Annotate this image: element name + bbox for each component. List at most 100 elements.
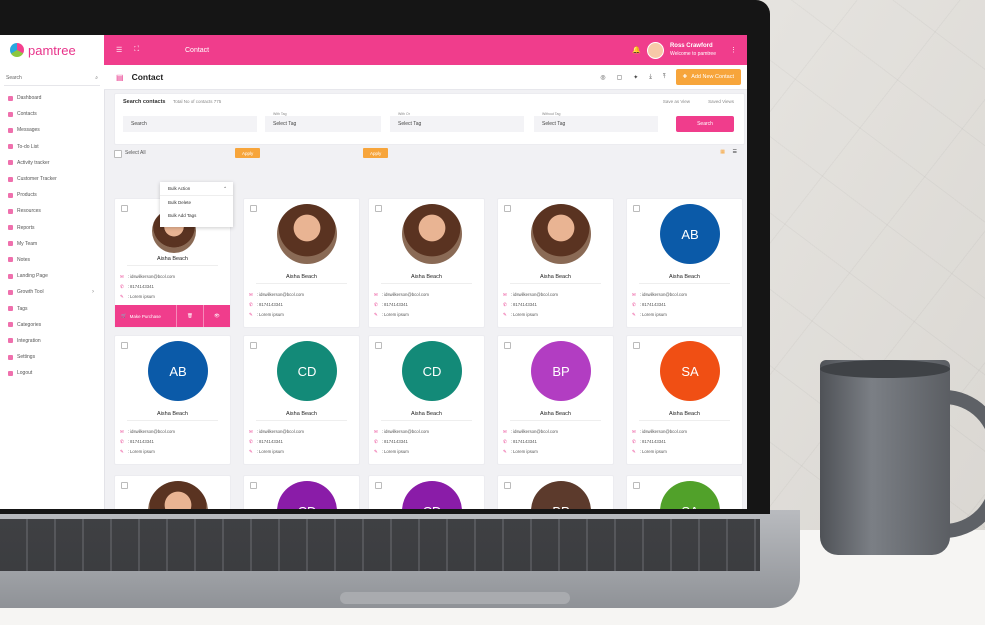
download-icon[interactable]: ⤓	[649, 74, 652, 81]
contact-phone: : 8174143341	[381, 439, 408, 444]
contact-card[interactable]: AB Aisha Beach ✉: idswilkerson@bcol.com ✆: …	[114, 335, 231, 465]
tag-icon: ✎	[249, 449, 253, 454]
apply-button-2[interactable]: Apply	[363, 148, 389, 158]
add-new-contact-button[interactable]: ✚ Add New Contact	[675, 69, 741, 85]
sidebar-item[interactable]: Messages	[0, 122, 104, 138]
sidebar-item[interactable]: Tags	[0, 300, 104, 316]
logo[interactable]: pamtree	[0, 35, 104, 65]
magic-icon[interactable]: ✦	[633, 74, 638, 81]
sidebar-item[interactable]: Settings	[0, 349, 104, 365]
contact-card[interactable]: SA	[626, 475, 743, 509]
list-view-icon[interactable]: ☰	[733, 149, 737, 155]
card-checkbox[interactable]	[504, 482, 511, 489]
contact-card[interactable]: Aisha Beach ✉: idswilkerson@bcol.com ✆: 81…	[243, 198, 360, 328]
tag-icon: ✎	[632, 312, 636, 317]
menu-toggle-icon[interactable]: ☰	[116, 46, 122, 54]
sidebar-item[interactable]: My Team	[0, 236, 104, 252]
delete-button[interactable]: 🗑	[177, 305, 204, 327]
contact-card[interactable]: CD Aisha Beach ✉: idswilkerson@bcol.com ✆: …	[243, 335, 360, 465]
logo-icon	[10, 43, 24, 57]
contact-card[interactable]: AB Aisha Beach ✉: idswilkerson@bcol.com ✆: …	[626, 198, 743, 328]
select-all-checkbox[interactable]	[114, 150, 122, 158]
make-purchase-button[interactable]: 🛒 Make Purchase	[115, 305, 177, 327]
contact-card[interactable]: CD	[243, 475, 360, 509]
card-checkbox[interactable]	[121, 342, 128, 349]
contact-card[interactable]: CD Aisha Beach ✉: idswilkerson@bcol.com ✆: …	[368, 335, 485, 465]
card-checkbox[interactable]	[250, 342, 257, 349]
sidebar-search[interactable]: Search ⌕	[4, 75, 100, 86]
card-checkbox[interactable]	[121, 205, 128, 212]
sidebar-item[interactable]: Products	[0, 187, 104, 203]
contact-email-row: ✉: idswilkerson@bcol.com	[120, 429, 175, 435]
bulk-add-tags-option[interactable]: Bulk Add Tags	[160, 209, 233, 222]
phone-icon: ✆	[632, 302, 636, 307]
sidebar-item[interactable]: To-do List	[0, 139, 104, 155]
contact-email-row: ✉: idswilkerson@bcol.com	[374, 292, 429, 298]
save-as-view-link[interactable]: Save as View	[663, 99, 690, 104]
bulk-delete-option[interactable]: Bulk Delete	[160, 196, 233, 209]
sidebar-item[interactable]: Resources	[0, 203, 104, 219]
menu-item-icon	[8, 338, 13, 344]
with-tag-select[interactable]: Select Tag	[265, 116, 381, 132]
saved-views-link[interactable]: Saved Views	[708, 99, 734, 104]
contact-card[interactable]: Aisha Beach ✉: idswilkerson@bcol.com ✆: 81…	[368, 198, 485, 328]
search-input[interactable]: Search	[123, 116, 257, 132]
add-new-contact-label: Add New Contact	[691, 74, 734, 80]
eye-icon: 👁	[214, 313, 220, 318]
sidebar-item[interactable]: Dashboard	[0, 90, 104, 106]
search-button[interactable]: Search	[676, 116, 734, 132]
card-checkbox[interactable]	[633, 205, 640, 212]
menu-item-icon	[8, 257, 13, 263]
card-checkbox[interactable]	[504, 205, 511, 212]
contact-phone: : 8174143341	[510, 302, 537, 307]
sidebar-item[interactable]: Notes	[0, 252, 104, 268]
bell-icon[interactable]: 🔔	[632, 46, 641, 54]
contact-card[interactable]: BP Aisha Beach ✉: idswilkerson@bcol.com ✆: …	[497, 335, 614, 465]
chat-icon[interactable]: ▢	[617, 74, 623, 81]
contact-email-row: ✉: idswilkerson@bcol.com	[503, 292, 558, 298]
globe-icon[interactable]: ◎	[600, 74, 605, 81]
contact-name: Aisha Beach	[411, 411, 442, 417]
card-checkbox[interactable]	[504, 342, 511, 349]
card-checkbox[interactable]	[250, 205, 257, 212]
avatar	[277, 204, 337, 264]
contact-card[interactable]: SA Aisha Beach ✉: idswilkerson@bcol.com ✆: …	[626, 335, 743, 465]
sidebar-item[interactable]: Landing Page	[0, 268, 104, 284]
card-checkbox[interactable]	[375, 342, 382, 349]
card-checkbox[interactable]	[633, 342, 640, 349]
with-or-select[interactable]: Select Tag	[390, 116, 524, 132]
user-info[interactable]: Ross Crawford Welcome to pamtree	[670, 42, 716, 58]
contact-email: : idswilkerson@bcol.com	[381, 292, 429, 297]
upload-icon[interactable]: ⤒	[663, 74, 666, 81]
bulk-action-dropdown[interactable]: Bulk Action ⌃ Bulk Delete Bulk Add Tags	[160, 182, 233, 227]
menu-item-icon	[8, 208, 13, 214]
sidebar-item[interactable]: Contacts	[0, 106, 104, 122]
sidebar-item[interactable]: Logout	[0, 365, 104, 381]
card-checkbox[interactable]	[250, 482, 257, 489]
avatar[interactable]	[646, 41, 664, 59]
contact-card[interactable]	[114, 475, 231, 509]
fullscreen-icon[interactable]: ⛶	[134, 46, 139, 54]
sidebar-item[interactable]: Activity tracker	[0, 155, 104, 171]
apply-button[interactable]: Apply	[235, 148, 261, 158]
chevron-updown-icon: ⌃	[223, 185, 227, 191]
without-tag-select[interactable]: Select Tag	[534, 116, 658, 132]
sidebar-item[interactable]: Growth Tool ›	[0, 284, 104, 300]
card-checkbox[interactable]	[375, 482, 382, 489]
card-checkbox[interactable]	[121, 482, 128, 489]
tag-icon: ✎	[503, 312, 507, 317]
more-vertical-icon[interactable]: ⋮	[730, 46, 737, 54]
contact-phone-row: ✆: 8174143341	[632, 439, 666, 445]
sidebar-item[interactable]: Categories	[0, 317, 104, 333]
card-checkbox[interactable]	[375, 205, 382, 212]
contact-card[interactable]: Aisha Beach ✉: idswilkerson@bcol.com ✆: 81…	[497, 198, 614, 328]
sidebar-item[interactable]: Customer Tracker	[0, 171, 104, 187]
grid-view-icon[interactable]: ▦	[720, 149, 725, 155]
bulk-action-select[interactable]: Bulk Action	[168, 186, 190, 191]
contact-card[interactable]: BP	[497, 475, 614, 509]
contact-card[interactable]: CD	[368, 475, 485, 509]
view-button[interactable]: 👁	[204, 305, 230, 327]
sidebar-item[interactable]: Reports	[0, 220, 104, 236]
card-checkbox[interactable]	[633, 482, 640, 489]
sidebar-item[interactable]: Integration	[0, 333, 104, 349]
